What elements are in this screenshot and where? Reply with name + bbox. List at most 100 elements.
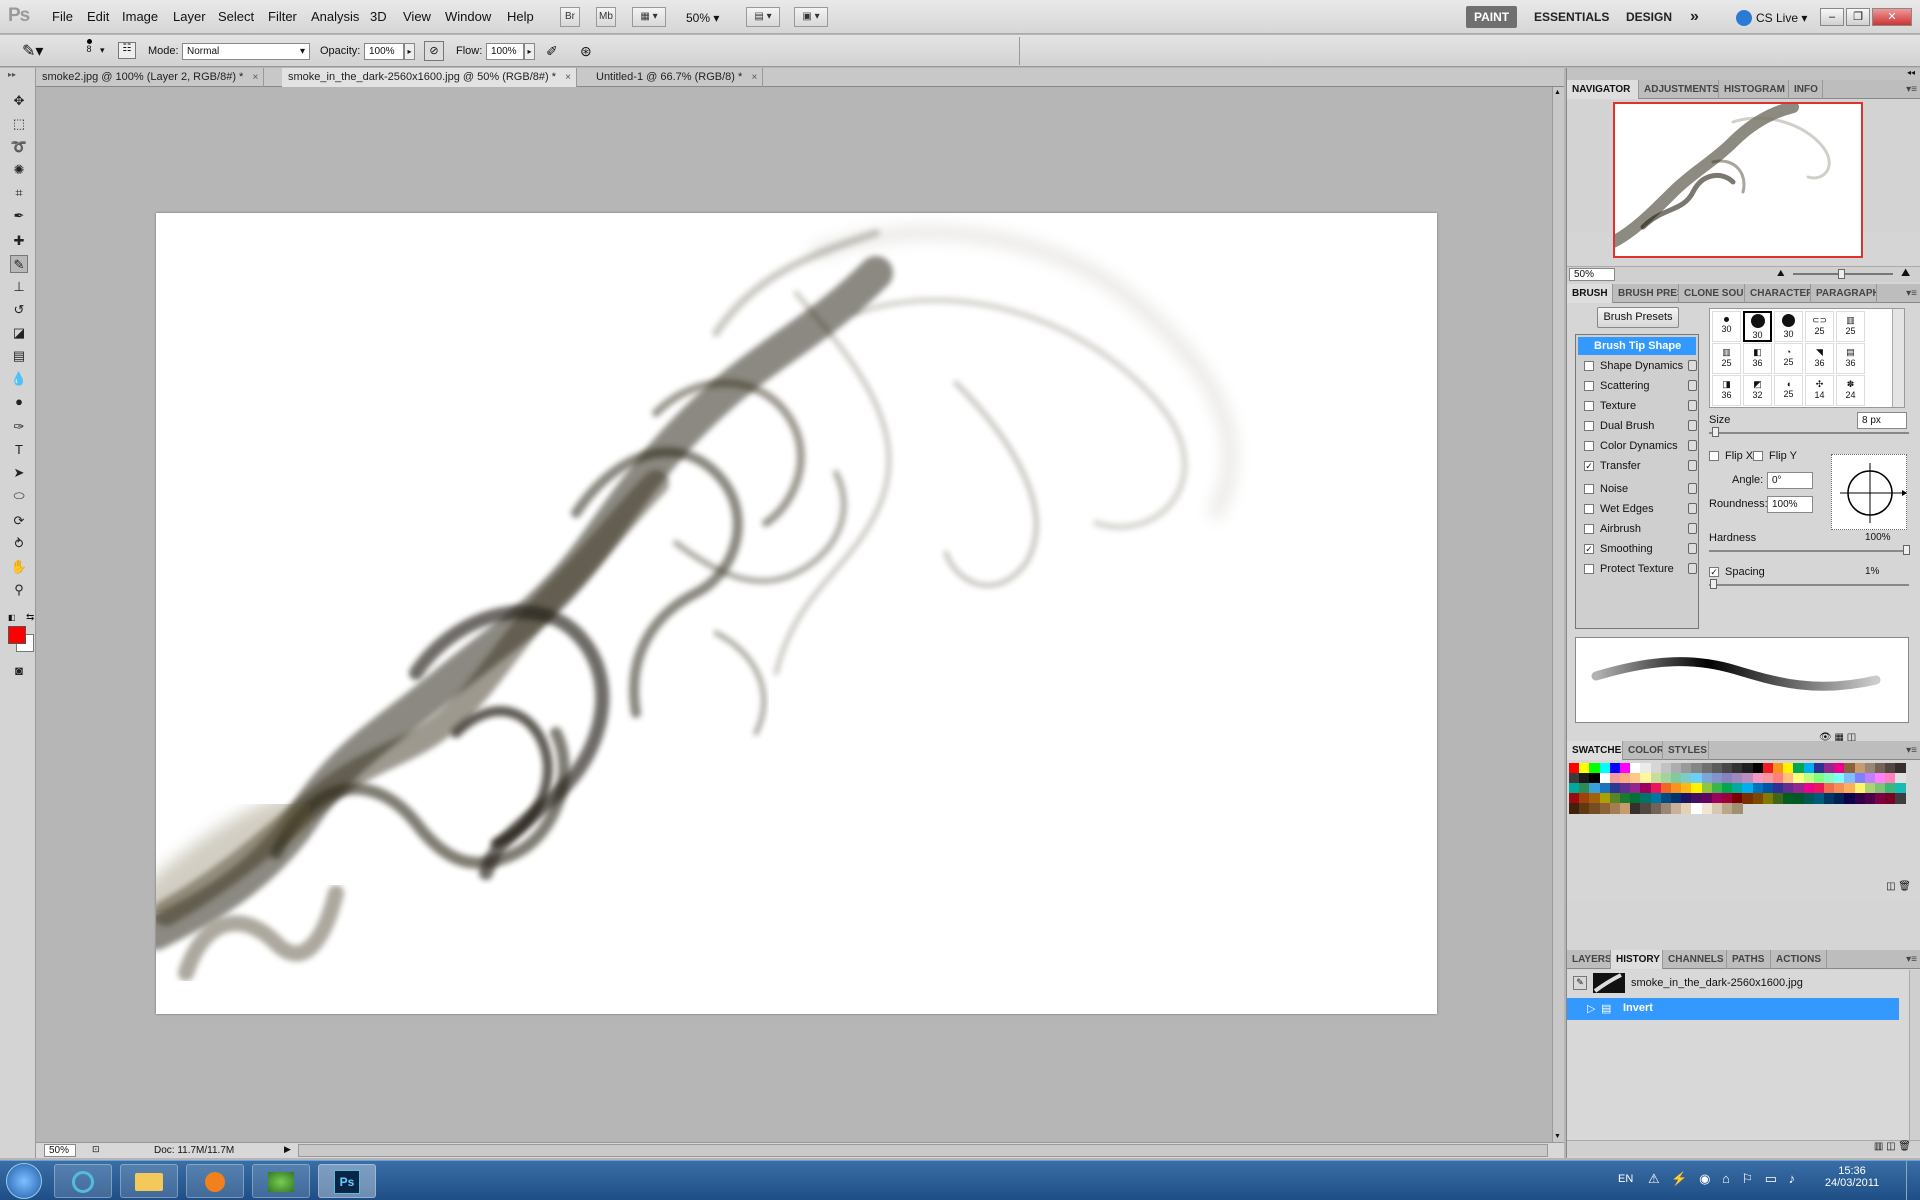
brush-presets-button[interactable]: Brush Presets [1597, 307, 1679, 328]
tab-color[interactable]: COLOR [1623, 741, 1663, 760]
checkbox[interactable] [1584, 421, 1594, 432]
close-tab-icon[interactable]: × [565, 68, 571, 87]
default-colors-icon[interactable]: ◧ [8, 613, 16, 622]
lock-icon[interactable] [1688, 380, 1697, 391]
document-canvas[interactable] [156, 213, 1437, 1014]
view-extras-button[interactable]: ▦ ▾ [632, 7, 666, 27]
checkbox-checked[interactable]: ✓ [1584, 544, 1594, 555]
brush-tip[interactable]: ✣ 14 [1805, 375, 1834, 406]
path-selection-tool-icon[interactable]: ➤ [10, 464, 28, 482]
menu-help[interactable]: Help [507, 9, 534, 24]
taskbar-messenger[interactable] [252, 1164, 310, 1198]
taskbar-explorer[interactable] [120, 1164, 178, 1198]
panel-menu-icon[interactable]: ▾≡ [1906, 284, 1917, 303]
brush-tip[interactable]: 30 [1774, 311, 1803, 342]
status-menu-arrow-icon[interactable]: ▶ [284, 1144, 291, 1155]
system-tray-icons[interactable]: ⚠ ⚡ ◉ ⌂ ⚐ ▭ ♪ [1648, 1171, 1799, 1187]
lock-icon[interactable] [1688, 440, 1697, 451]
tab-info[interactable]: INFO [1789, 80, 1823, 99]
mini-bridge-button[interactable]: Mb [596, 7, 616, 27]
color-swatch[interactable] [1732, 803, 1744, 814]
size-slider[interactable] [1709, 432, 1909, 434]
airbrush-icon[interactable]: ✐ [546, 43, 558, 60]
brush-tip-shape-option[interactable]: Brush Tip Shape [1578, 337, 1696, 355]
taskbar-internet-explorer[interactable] [54, 1164, 112, 1198]
tab-brush-presets[interactable]: BRUSH PRESETS [1613, 284, 1679, 303]
history-footer-icons[interactable]: ▥ ◫ 🗑 [1567, 1140, 1920, 1156]
checkbox[interactable] [1584, 484, 1594, 495]
healing-brush-tool-icon[interactable]: ✚ [10, 232, 28, 250]
history-brush-source-icon[interactable]: ✎ [1573, 976, 1587, 990]
lock-icon[interactable] [1688, 523, 1697, 534]
scroll-down-icon[interactable]: ▼ [1554, 1133, 1561, 1140]
tablet-opacity-pressure-icon[interactable]: ⊘ [424, 41, 444, 61]
status-info-icon[interactable]: ⊡ [92, 1144, 100, 1155]
tab-clone-source[interactable]: CLONE SOURCE [1679, 284, 1745, 303]
menu-edit[interactable]: Edit [87, 9, 109, 24]
spacing-input[interactable]: 1% [1861, 564, 1907, 581]
checkbox[interactable] [1584, 504, 1594, 515]
color-dynamics-option[interactable]: Color Dynamics [1584, 437, 1697, 455]
checkbox[interactable] [1584, 441, 1594, 452]
spacing-slider[interactable] [1709, 584, 1909, 586]
navigator-zoom-handle[interactable] [1838, 269, 1845, 279]
panel-menu-icon[interactable]: ▾≡ [1906, 950, 1917, 969]
status-zoom-input[interactable]: 50% [44, 1144, 76, 1157]
checkbox[interactable] [1753, 451, 1763, 462]
checkbox-checked[interactable]: ✓ [1709, 567, 1719, 578]
tab-adjustments[interactable]: ADJUSTMENTS [1639, 80, 1719, 99]
workspace-paint[interactable]: PAINT [1466, 6, 1518, 28]
eyedropper-tool-icon[interactable]: ✒ [10, 207, 28, 225]
menu-select[interactable]: Select [218, 9, 254, 24]
spacing-option[interactable]: ✓ Spacing [1709, 566, 1765, 578]
flip-y-option[interactable]: Flip Y [1753, 450, 1797, 462]
minimize-button[interactable]: – [1820, 8, 1844, 26]
scroll-up-icon[interactable]: ▲ [1554, 89, 1561, 96]
crop-tool-icon[interactable]: ⌗ [10, 184, 28, 202]
protect-texture-option[interactable]: Protect Texture [1584, 560, 1697, 578]
flow-slider-arrow[interactable]: ▸ [524, 43, 535, 60]
checkbox[interactable] [1584, 524, 1594, 535]
history-scrollbar[interactable] [1909, 970, 1920, 1156]
brush-tip[interactable]: ▥ 25 [1712, 343, 1741, 374]
lock-icon[interactable] [1688, 460, 1697, 471]
checkbox[interactable] [1584, 361, 1594, 372]
menu-window[interactable]: Window [445, 9, 491, 24]
tab-layers[interactable]: LAYERS [1567, 950, 1611, 969]
brush-picker-arrow-icon[interactable]: ▾ [100, 45, 105, 56]
brush-tip-selected[interactable]: 30 [1743, 311, 1772, 342]
tab-actions[interactable]: ACTIONS [1771, 950, 1827, 969]
mode-select[interactable]: Normal ▾ [182, 43, 310, 60]
wet-edges-option[interactable]: Wet Edges [1584, 500, 1697, 518]
opacity-slider-arrow[interactable]: ▸ [404, 43, 415, 60]
history-brush-tool-icon[interactable]: ↺ [10, 301, 28, 319]
gradient-tool-icon[interactable]: ▤ [10, 347, 28, 365]
roundness-input[interactable]: 100% [1767, 496, 1813, 513]
brush-tip[interactable]: ◧ 36 [1743, 343, 1772, 374]
tab-character[interactable]: CHARACTER [1745, 284, 1811, 303]
menu-analysis[interactable]: Analysis [311, 9, 359, 24]
lock-icon[interactable] [1688, 400, 1697, 411]
move-tool-icon[interactable]: ✥ [10, 92, 28, 110]
texture-option[interactable]: Texture [1584, 397, 1697, 415]
hardness-input[interactable]: 100% [1861, 530, 1907, 547]
bridge-button[interactable]: Br [560, 7, 580, 27]
flow-input[interactable]: 100% [486, 43, 524, 60]
swap-colors-icon[interactable]: ⇆ [26, 612, 34, 623]
show-desktop-button[interactable] [1906, 1161, 1920, 1200]
angle-input[interactable]: 0° [1767, 472, 1813, 489]
history-step-invert[interactable]: ▷ ▤ Invert [1567, 998, 1899, 1020]
close-tab-icon[interactable]: × [751, 68, 757, 87]
brush-tip[interactable]: ◖ 25 [1774, 375, 1803, 406]
workspace-essentials[interactable]: ESSENTIALS [1526, 6, 1617, 28]
color-swatch[interactable] [1895, 793, 1907, 804]
brush-tip[interactable]: ▥ 25 [1836, 311, 1865, 342]
tab-swatches[interactable]: SWATCHES [1567, 741, 1623, 760]
zoom-in-icon[interactable]: ⛰ [1901, 267, 1910, 280]
brush-tip[interactable]: ✽ 24 [1836, 375, 1865, 406]
close-window-button[interactable]: ✕ [1872, 8, 1912, 26]
transfer-option[interactable]: ✓ Transfer [1584, 457, 1697, 475]
quick-selection-tool-icon[interactable]: ✺ [10, 161, 28, 179]
start-button[interactable] [6, 1163, 42, 1199]
brush-tip[interactable]: ◩ 32 [1743, 375, 1772, 406]
